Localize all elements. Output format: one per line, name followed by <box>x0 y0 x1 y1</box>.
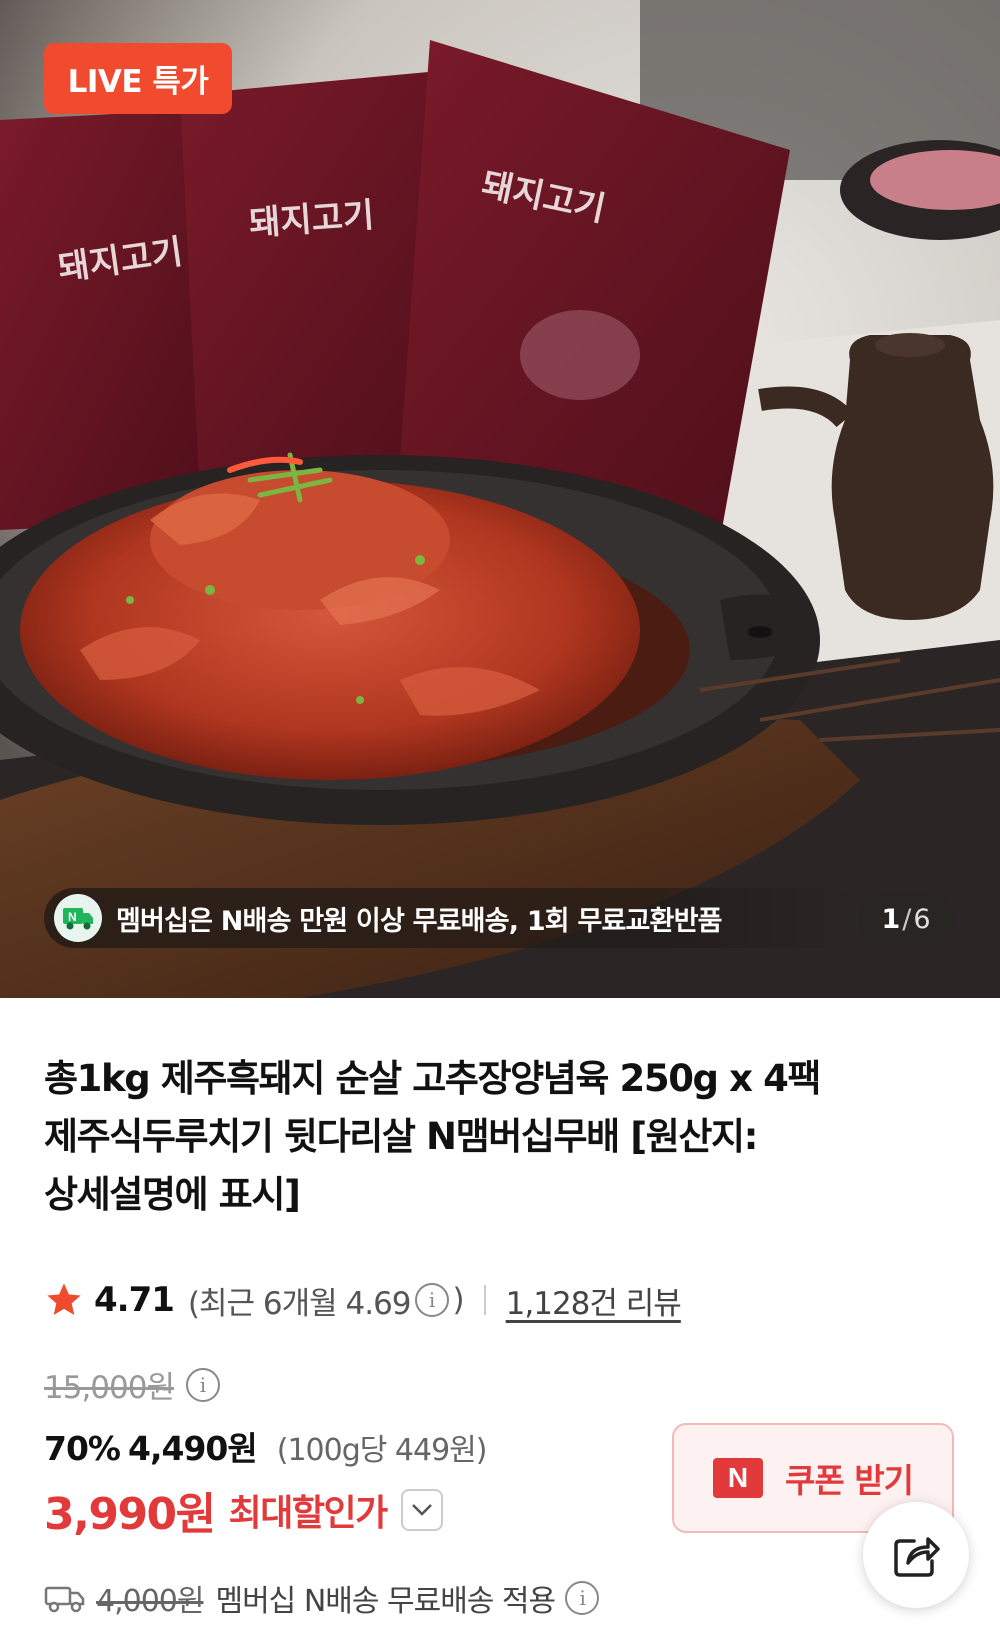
rating-score: 4.71 <box>94 1280 175 1320</box>
original-price-row: 15,000원 i <box>44 1362 220 1407</box>
review-count-link[interactable]: 1,128건 리뷰 <box>506 1278 682 1323</box>
product-photo: 돼지고기 돼지고기 돼지고기 <box>0 0 1000 998</box>
recent-rating: (최근 6개월 4.69 <box>187 1285 412 1322</box>
counter-current: 1 <box>881 903 901 935</box>
product-title: 총1kg 제주흑돼지 순살 고추장양념육 250g x 4팩 제주식두루치기 뒷… <box>44 1050 944 1224</box>
star-icon <box>47 1283 81 1315</box>
original-shipping-fee: 4,000원 <box>96 1584 204 1619</box>
coupon-button-label: 쿠폰 받기 <box>785 1461 914 1500</box>
info-icon[interactable]: i <box>414 1283 449 1317</box>
share-icon <box>894 1537 940 1577</box>
rating-row: 4.71 (최근 6개월 4.69 i ) 1,128건 리뷰 <box>44 1278 682 1323</box>
svg-text:N: N <box>68 910 76 924</box>
original-price: 15,000원 <box>44 1370 175 1406</box>
counter-total: 6 <box>913 903 931 935</box>
product-image-carousel[interactable]: 돼지고기 돼지고기 돼지고기 LIVE 특가 N 멤버십은 N배송 만원 이상 … <box>0 0 1000 998</box>
info-icon[interactable]: i <box>186 1367 220 1402</box>
final-price-row: 3,990원 최대할인가 <box>44 1478 443 1542</box>
product-title-line: 상세설명에 표시] <box>44 1173 301 1216</box>
unit-price: (100g당 449원) <box>276 1433 488 1468</box>
final-price: 3,990원 <box>44 1489 216 1540</box>
recent-rating-close: ) <box>452 1282 465 1318</box>
sale-price: 4,490원 <box>128 1429 258 1468</box>
share-button[interactable] <box>863 1502 969 1608</box>
counter-separator: / <box>902 903 912 935</box>
image-page-counter: 1 / 6 <box>858 890 954 948</box>
membership-notice[interactable]: N 멤버십은 N배송 만원 이상 무료배송, 1회 무료교환반품 <box>44 888 864 948</box>
discount-row: 70% 4,490원 (100g당 449원) <box>44 1422 488 1470</box>
info-icon[interactable]: i <box>565 1581 600 1615</box>
live-special-badge: LIVE 특가 <box>44 43 232 114</box>
n-delivery-icon: N <box>54 894 102 942</box>
shipping-row: 4,000원 멤버십 N배송 무료배송 적용 i <box>44 1576 600 1620</box>
product-title-line: 제주식두루치기 뒷다리살 N맴버십무배 [원산지: <box>44 1115 758 1158</box>
truck-icon <box>44 1586 85 1613</box>
n-coupon-icon: N <box>713 1458 764 1498</box>
divider <box>483 1285 486 1315</box>
discount-percent: 70% <box>44 1429 121 1468</box>
chevron-down-icon[interactable] <box>400 1489 443 1531</box>
product-title-line: 총1kg 제주흑돼지 순살 고추장양념육 250g x 4팩 <box>44 1057 821 1100</box>
final-price-label: 최대할인가 <box>228 1493 389 1534</box>
shipping-text: 멤버십 N배송 무료배송 적용 <box>215 1584 556 1619</box>
membership-notice-text: 멤버십은 N배송 만원 이상 무료배송, 1회 무료교환반품 <box>116 905 722 937</box>
